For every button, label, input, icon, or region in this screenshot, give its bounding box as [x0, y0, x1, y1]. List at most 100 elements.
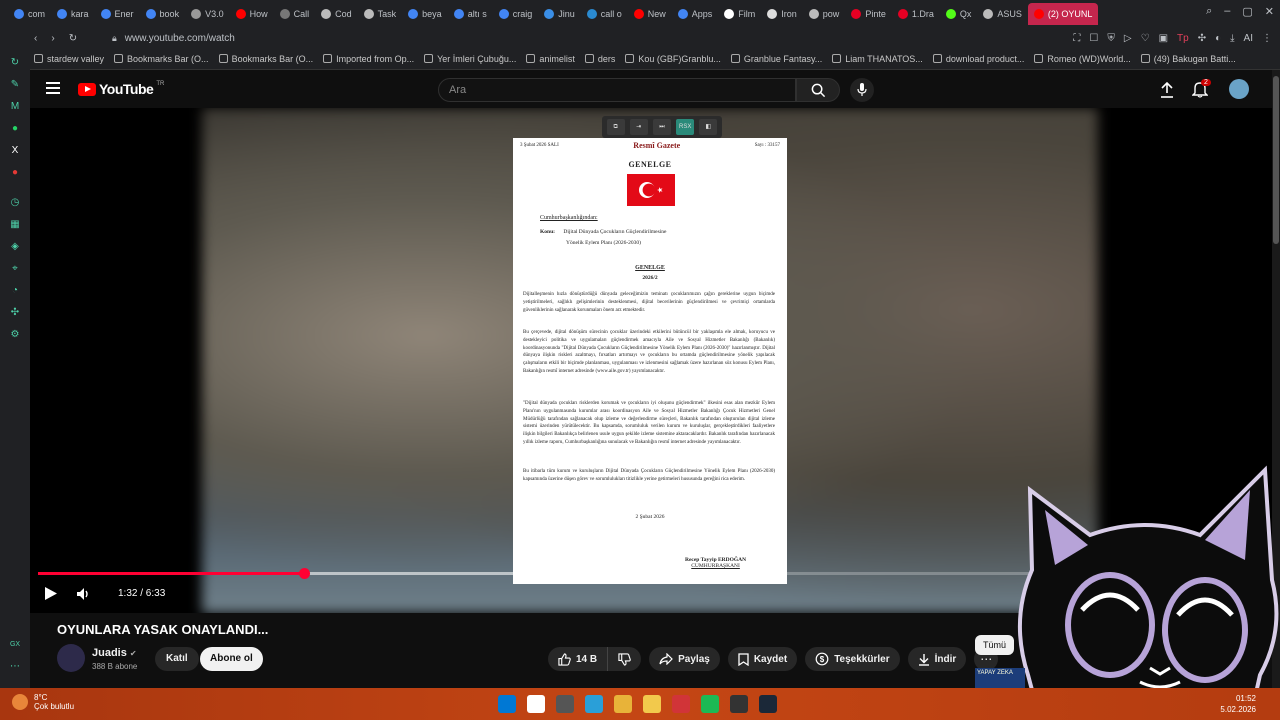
browser-tab[interactable]: craig — [493, 3, 539, 25]
hamburger-menu-icon[interactable] — [46, 82, 60, 94]
browser-tab[interactable]: New — [628, 3, 672, 25]
url-field[interactable]: www.youtube.com/watch — [125, 33, 1074, 44]
browser-tab[interactable]: ASUS — [977, 3, 1028, 25]
enter-icon[interactable]: ⇥ — [629, 119, 648, 135]
notifications-button[interactable]: 2 — [1191, 79, 1211, 103]
shield-icon[interactable]: ⛨ — [1107, 33, 1115, 44]
bookmark-item[interactable]: Granblue Fantasy... — [730, 54, 822, 64]
taskbar-app-icon[interactable] — [730, 695, 748, 713]
youtube-logo[interactable]: YouTube TR — [78, 81, 164, 97]
browser-tab[interactable]: Cod — [315, 3, 358, 25]
settings-icon[interactable]: ⚙ — [8, 328, 22, 342]
bookmark-item[interactable]: download product... — [932, 54, 1024, 64]
more-icon[interactable]: ⋯ — [8, 660, 22, 674]
bookmark-item[interactable]: Bookmarks Bar (O... — [218, 54, 313, 64]
browser-tab[interactable]: Iron — [761, 3, 803, 25]
cube-sidebar-icon[interactable]: ◈ — [8, 240, 22, 254]
channel-avatar[interactable] — [57, 644, 85, 672]
bookmark-item[interactable]: stardew valley — [34, 54, 104, 64]
play-icon[interactable]: ▷ — [1124, 33, 1132, 44]
grid-icon[interactable]: ▦ — [8, 218, 22, 232]
search-input[interactable]: Ara — [438, 78, 796, 102]
voice-search-button[interactable] — [850, 78, 874, 102]
bookmark-item[interactable]: (49) Bakugan Batti... — [1140, 54, 1236, 64]
forward-icon[interactable]: › — [51, 33, 54, 44]
share-button[interactable]: Paylaş — [649, 647, 720, 671]
maximize-icon[interactable]: ▢ — [1242, 5, 1252, 18]
browser-tab[interactable]: Qx — [940, 3, 978, 25]
browser-tab[interactable]: altı s — [448, 3, 493, 25]
browser-tab[interactable]: beya — [402, 3, 448, 25]
taskbar-app-icon[interactable] — [701, 695, 719, 713]
upload-button[interactable] — [1160, 81, 1174, 103]
play-button-icon[interactable] — [44, 586, 58, 601]
browser-tab[interactable]: Task — [358, 3, 403, 25]
browser-tab[interactable]: kara — [51, 3, 95, 25]
browser-tab[interactable]: Jinu — [538, 3, 581, 25]
search-tabs-icon[interactable]: ⌕ — [1206, 5, 1212, 18]
scrollbar-thumb[interactable] — [1273, 76, 1279, 244]
rsx-toggle[interactable]: RSX — [676, 119, 695, 135]
browser-tab[interactable]: Pinte — [845, 3, 892, 25]
popout-icon[interactable]: ⧉ — [606, 119, 625, 135]
x-icon[interactable]: X — [8, 144, 22, 158]
progress-bar[interactable] — [38, 568, 1178, 579]
gx-icon[interactable]: GX — [8, 638, 22, 652]
whatsapp-icon[interactable]: ● — [8, 122, 22, 136]
browser-tab[interactable]: (2) OYUNL — [1027, 3, 1098, 25]
join-button[interactable]: Katıl — [155, 647, 199, 671]
cube-icon[interactable]: ▣ — [1159, 33, 1168, 44]
browser-tab[interactable]: Call — [274, 3, 316, 25]
mail-icon[interactable]: M — [8, 100, 22, 114]
dislike-button[interactable] — [608, 647, 641, 671]
channel-name[interactable]: Juadis ✔ — [92, 647, 137, 659]
search-button[interactable] — [796, 78, 840, 102]
lock-icon[interactable]: 🔒︎ — [112, 33, 117, 44]
browser-tab[interactable]: Apps — [672, 3, 719, 25]
bookmark-icon[interactable]: ☐ — [1089, 33, 1098, 44]
browser-tab[interactable]: book — [140, 3, 186, 25]
bookmark-item[interactable]: Liam THANATOS... — [832, 54, 923, 64]
refresh-sidebar-icon[interactable]: ↻ — [8, 56, 22, 70]
weather-widget[interactable]: 8°C Çok bulutlu — [12, 693, 74, 711]
browser-tab[interactable]: Film — [718, 3, 761, 25]
taskbar-app-icon[interactable] — [498, 695, 516, 713]
bookmark-item[interactable]: ders — [584, 54, 615, 64]
puzzle-icon[interactable]: ✣ — [1198, 33, 1206, 44]
browser-tab[interactable]: pow — [803, 3, 846, 25]
pin-icon[interactable]: ⌖ — [8, 262, 22, 276]
save-button[interactable]: Kaydet — [727, 647, 798, 671]
menu-dots-icon[interactable]: ⋮ — [1262, 33, 1272, 44]
clock-icon[interactable]: ◷ — [8, 196, 22, 210]
recommended-thumbnail[interactable]: YAPAY ZEKA — [975, 668, 1025, 688]
browser-tab[interactable]: com — [8, 3, 51, 25]
bookmark-item[interactable]: Kou (GBF)Granblu... — [625, 54, 721, 64]
bookmark-item[interactable]: Bookmarks Bar (O... — [114, 54, 209, 64]
profile-icon[interactable]: ◐ — [1215, 33, 1221, 44]
volume-icon[interactable] — [76, 587, 92, 601]
reload-icon[interactable]: ↻ — [69, 33, 77, 44]
translate-icon[interactable]: Tp — [1177, 33, 1189, 44]
taskbar-app-icon[interactable] — [556, 695, 574, 713]
close-icon[interactable]: ✕ — [1265, 5, 1274, 18]
music-icon[interactable]: ● — [8, 166, 22, 180]
pen-icon[interactable]: ✎ — [8, 78, 22, 92]
subscribe-button[interactable]: Abone ol — [200, 647, 263, 671]
system-clock[interactable]: 01:52 5.02.2026 — [1220, 693, 1256, 715]
taskbar-app-icon[interactable] — [643, 695, 661, 713]
minimize-icon[interactable]: – — [1224, 5, 1230, 18]
taskbar-app-icon[interactable] — [759, 695, 777, 713]
browser-tab[interactable]: call o — [581, 3, 628, 25]
taskbar-app-icon[interactable] — [614, 695, 632, 713]
filter-chip-all[interactable]: Tümü — [975, 635, 1015, 655]
bookmark-item[interactable]: animelist — [526, 54, 575, 64]
ai-icon[interactable]: AI — [1244, 33, 1253, 44]
taskbar-app-icon[interactable] — [527, 695, 545, 713]
like-button[interactable]: 14 B — [548, 647, 609, 671]
bookmark-item[interactable]: Imported from Op... — [323, 54, 414, 64]
history-icon[interactable]: ◔ — [8, 284, 22, 298]
bookmark-item[interactable]: Romeo (WD)World... — [1034, 54, 1131, 64]
taskbar-app-icon[interactable] — [585, 695, 603, 713]
browser-tab[interactable]: V3.0 — [185, 3, 230, 25]
skip-icon[interactable]: ⏭ — [652, 119, 671, 135]
